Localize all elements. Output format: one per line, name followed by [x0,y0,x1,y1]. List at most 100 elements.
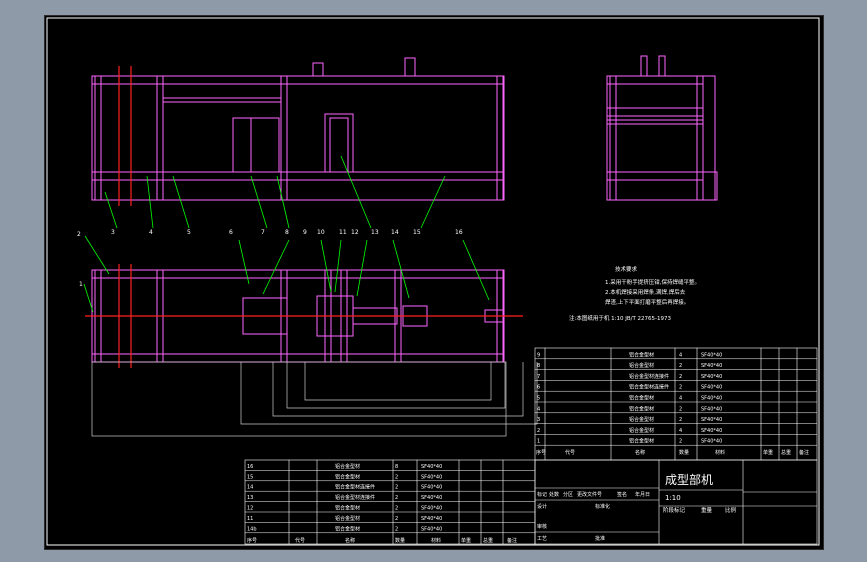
hdr-lower-uw: 单重 [461,537,471,544]
parts-cell-name: 铝合金型材 [629,351,654,358]
hdr-upper-tw: 总重 [781,449,791,456]
tb-label-gengai: 更改文件号 [577,491,602,498]
parts-cell-spec: SF40*40 [421,485,442,491]
parts-cell-no: 14b [247,526,257,532]
hdr-lower-qty: 数量 [395,537,405,544]
parts-cell-qty: 2 [679,417,682,423]
parts-cell-qty: 4 [679,428,682,434]
parts-cell-name: 铝合金型材 [335,515,360,522]
balloon-10: 10 [317,229,325,236]
balloon-16: 16 [455,229,463,236]
balloon-6: 6 [229,229,233,236]
tb-label-pizhun: 批准 [595,535,605,542]
plan-dimension-lines [91,361,538,437]
parts-cell-no: 5 [537,396,540,402]
parts-cell-spec: SF40*40 [701,417,722,423]
tb-label-biaoji: 标记 [537,491,547,498]
parts-cell-no: 11 [247,516,253,522]
balloon-14: 14 [391,229,399,236]
parts-cell-qty: 2 [395,516,398,522]
parts-cell-qty: 2 [395,495,398,501]
parts-cell-name: 铝合金型材连接件 [629,384,669,391]
hdr-upper-uw: 单重 [763,449,773,456]
parts-cell-qty: 2 [679,406,682,412]
hdr-lower-note: 备注 [507,537,517,544]
parts-cell-spec: SF40*40 [701,374,722,380]
parts-cell-no: 4 [537,406,540,412]
parts-cell-qty: 8 [395,464,398,470]
parts-list-upper [534,347,818,461]
parts-cell-spec: SF40*40 [701,428,722,434]
parts-cell-no: 13 [247,495,253,501]
ratio-label: 比例 [725,506,737,514]
parts-upper-rows: 9 铝合金型材 4 SF40*40 8 铝合金型材 2 SF40*40 7 铝合金型材连接件 2 SF… [535,351,817,446]
parts-cell-no: 2 [537,428,540,434]
hdr-lower-mat: 材料 [431,537,441,544]
balloon-13: 13 [371,229,379,236]
parts-cell-qty: 2 [395,506,398,512]
balloon-8: 8 [285,229,289,236]
parts-cell-no: 12 [247,506,253,512]
tb-label-fenqu: 分区 [563,491,573,498]
parts-cell-name: 铝合金型材连接件 [335,484,375,491]
parts-cell-spec: SF40*40 [701,352,722,358]
hdr-upper-name: 名称 [635,449,645,456]
tb-label-biaozhun: 标准化 [595,503,610,510]
parts-lower-rows: 16 铝合金型材 8 SF40*40 15 铝合金型材 2 SF40*40 14 铝合金型材连接件… [245,463,535,534]
parts-cell-name: 铝合金型材 [629,405,654,412]
parts-cell-name: 铝合金型材 [335,525,360,532]
parts-cell-name: 铝合金型材 [629,362,654,369]
balloon-4: 4 [149,229,153,236]
parts-cell-spec: SF40*40 [421,506,442,512]
balloon-12: 12 [351,229,359,236]
parts-cell-spec: SF40*40 [701,439,722,445]
parts-cell-name: 铝合金型材 [629,416,654,423]
parts-cell-no: 9 [537,352,540,358]
hdr-lower-no: 序号 [247,537,257,544]
drawing-frame: 3 4 5 6 7 8 9 10 11 12 13 14 15 16 2 1 技… [44,15,824,550]
parts-cell-qty: 2 [395,485,398,491]
tech-heading: 技术要求 [615,265,638,273]
tech-note: 注:本图纸用于机 1:10 JB/T 22765-1973 [569,314,672,322]
balloon-2: 2 [77,231,81,238]
tb-label-sheji: 设计 [537,503,547,510]
scale-text: 1:10 [665,494,681,502]
parts-cell-name: 铝合金型材 [335,505,360,512]
parts-cell-spec: SF40*40 [421,526,442,532]
parts-cell-spec: SF40*40 [701,406,722,412]
stage-label: 阶段标记 [663,506,686,514]
tech-line-1: 1.采用干粉手提挤压钳,保持焊缝平整。 [605,278,700,286]
parts-cell-no: 6 [537,385,540,391]
hdr-upper-no: 序号 [536,449,546,456]
balloon-15: 15 [413,229,421,236]
plan-view-red-lines [85,264,523,368]
parts-cell-spec: SF40*40 [421,495,442,501]
parts-cell-no: 1 [537,439,540,445]
parts-list-lower [244,459,536,545]
parts-cell-name: 铝合金型材连接件 [335,494,375,501]
parts-cell-qty: 4 [679,352,682,358]
hdr-upper-note: 备注 [799,449,809,456]
parts-cell-no: 3 [537,417,540,423]
hdr-upper-qty: 数量 [679,449,689,456]
parts-cell-no: 16 [247,464,253,470]
parts-cell-spec: SF40*40 [701,385,722,391]
balloon-1: 1 [79,281,83,288]
parts-cell-name: 铝合金型材 [335,463,360,470]
front-view-red-lines [118,66,132,206]
side-view [606,55,718,201]
parts-cell-no: 15 [247,474,253,480]
hdr-lower-name: 名称 [345,537,355,544]
parts-cell-spec: SF40*40 [421,464,442,470]
tech-line-3: 焊渣,上下平面打磨平整后再焊接。 [605,298,689,306]
parts-cell-qty: 2 [679,363,682,369]
front-view [91,57,505,201]
parts-cell-no: 7 [537,374,540,380]
tech-requirements: 技术要求 1.采用干粉手提挤压钳,保持焊缝平整。 2.本机焊接采用焊条,满焊,焊… [569,265,700,322]
tb-label-qianming: 签名 [617,491,627,498]
parts-cell-no: 14 [247,485,253,491]
drawing-title: 成型部机 [665,472,713,487]
parts-cell-name: 铝合金型材 [629,438,654,445]
header-lower: 序号 代号 名称 数量 材料 单重 总重 备注 [247,537,517,544]
hdr-lower-code: 代号 [295,537,305,544]
